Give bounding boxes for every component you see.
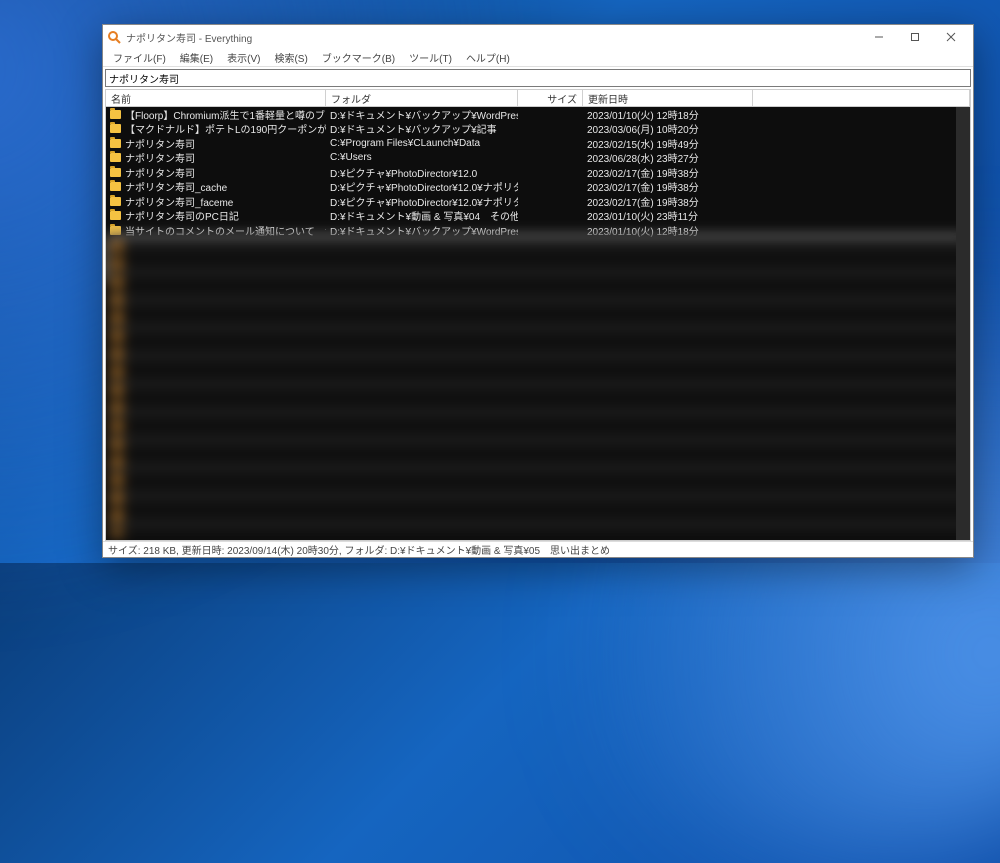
folder-icon [110, 182, 121, 191]
menu-edit[interactable]: 編集(E) [174, 49, 219, 66]
cell-name: ナポリタン寿司_faceme [106, 194, 326, 209]
cell-name: ナポリタン寿司_cache [106, 180, 326, 195]
folder-icon [110, 110, 121, 119]
cell-size [518, 223, 583, 238]
cell-folder: D:¥ピクチャ¥PhotoDirector¥12.0 [326, 165, 518, 180]
results-list: 名前 フォルダ サイズ 更新日時 【Floorp】Chromium派生で1番軽量… [105, 89, 971, 541]
file-name-text: ナポリタン寿司_cache [125, 180, 227, 195]
cell-folder: D:¥ピクチャ¥PhotoDirector¥12.0¥ナポリタン寿司 [326, 194, 518, 209]
cell-folder: C:¥Program Files¥CLaunch¥Data [326, 136, 518, 151]
rows-container: 【Floorp】Chromium派生で1番軽量と噂のブ…D:¥ドキュメント¥バッ… [106, 107, 970, 540]
folder-icon [110, 211, 121, 220]
menu-bar: ファイル(F) 編集(E) 表示(V) 検索(S) ブックマーク(B) ツール(… [103, 49, 973, 67]
cell-size [518, 122, 583, 137]
cell-date: 2023/01/10(火) 23時11分 [583, 209, 753, 224]
cell-folder: D:¥ドキュメント¥バックアップ¥WordPress¥記事バッ… [326, 107, 518, 122]
cell-folder: C:¥Users [326, 151, 518, 166]
column-header: 名前 フォルダ サイズ 更新日時 [106, 90, 970, 107]
cell-date: 2023/02/17(金) 19時38分 [583, 180, 753, 195]
folder-icon [110, 226, 121, 235]
table-row[interactable]: 【Floorp】Chromium派生で1番軽量と噂のブ…D:¥ドキュメント¥バッ… [106, 107, 970, 122]
folder-icon [110, 124, 121, 133]
menu-search[interactable]: 検索(S) [268, 49, 313, 66]
file-name-text: ナポリタン寿司 [125, 165, 195, 180]
cell-date: 2023/02/17(金) 19時38分 [583, 165, 753, 180]
col-header-date[interactable]: 更新日時 [583, 90, 753, 106]
col-header-folder[interactable]: フォルダ [326, 90, 518, 106]
window-title: ナポリタン寿司 - Everything [126, 30, 252, 45]
file-name-text: 当サイトのコメントのメール通知について ナポリ… [125, 223, 326, 238]
cell-name: 【マクドナルド】ポテトLの190円クーポンがない時… [106, 122, 326, 137]
file-name-text: ナポリタン寿司のPC日記 [125, 209, 239, 224]
folder-icon [110, 168, 121, 177]
search-bar [105, 69, 971, 87]
cell-size [518, 136, 583, 151]
col-header-rest[interactable] [753, 90, 970, 106]
table-row[interactable]: ナポリタン寿司 C:¥Users 2023/06/28(水) 23時27分 [106, 151, 970, 166]
col-header-size[interactable]: サイズ [518, 90, 583, 106]
blurred-rows [106, 237, 970, 540]
cell-name: ナポリタン寿司 [106, 136, 326, 151]
titlebar[interactable]: ナポリタン寿司 - Everything [103, 25, 973, 49]
minimize-button[interactable] [861, 25, 897, 49]
cell-folder: D:¥ドキュメント¥動画 & 写真¥04 その他 [326, 209, 518, 224]
vertical-scrollbar[interactable] [956, 107, 970, 540]
cell-size [518, 107, 583, 122]
cell-folder: D:¥ドキュメント¥バックアップ¥WordPress¥記事バッ… [326, 223, 518, 238]
menu-help[interactable]: ヘルプ(H) [460, 49, 516, 66]
table-row[interactable]: 【マクドナルド】ポテトLの190円クーポンがない時…D:¥ドキュメント¥バックア… [106, 122, 970, 137]
col-header-name[interactable]: 名前 [106, 90, 326, 106]
cell-date: 2023/02/15(水) 19時49分 [583, 136, 753, 151]
cell-size [518, 165, 583, 180]
cell-folder: D:¥ドキュメント¥バックアップ¥記事 [326, 122, 518, 137]
close-button[interactable] [933, 25, 969, 49]
table-row[interactable]: ナポリタン寿司_cache D:¥ピクチャ¥PhotoDirector¥12.0¥… [106, 180, 970, 195]
cell-name: 当サイトのコメントのメール通知について ナポリ… [106, 223, 326, 238]
menu-view[interactable]: 表示(V) [221, 49, 266, 66]
table-row[interactable]: ナポリタン寿司_faceme D:¥ピクチャ¥PhotoDirector¥12.0… [106, 194, 970, 209]
file-name-text: ナポリタン寿司 [125, 136, 195, 151]
cell-date: 2023/01/10(火) 12時18分 [583, 107, 753, 122]
folder-icon [110, 197, 121, 206]
menu-file[interactable]: ファイル(F) [107, 49, 172, 66]
file-name-text: 【マクドナルド】ポテトLの190円クーポンがない時… [125, 122, 326, 137]
status-bar: サイズ: 218 KB, 更新日時: 2023/09/14(木) 20時30分,… [103, 541, 973, 557]
search-input[interactable] [105, 69, 971, 87]
file-name-text: ナポリタン寿司_faceme [125, 194, 233, 209]
app-window: ナポリタン寿司 - Everything ファイル(F) 編集(E) 表示(V)… [102, 24, 974, 558]
cell-date: 2023/03/06(月) 10時20分 [583, 122, 753, 137]
cell-name: 【Floorp】Chromium派生で1番軽量と噂のブ… [106, 107, 326, 122]
maximize-button[interactable] [897, 25, 933, 49]
cell-size [518, 209, 583, 224]
table-row[interactable]: ナポリタン寿司のPC日記 D:¥ドキュメント¥動画 & 写真¥04 その他 2023… [106, 209, 970, 224]
table-row[interactable]: ナポリタン寿司 C:¥Program Files¥CLaunch¥Data 2023… [106, 136, 970, 151]
cell-size [518, 194, 583, 209]
cell-size [518, 151, 583, 166]
cell-name: ナポリタン寿司 [106, 165, 326, 180]
cell-date: 2023/06/28(水) 23時27分 [583, 151, 753, 166]
file-name-text: ナポリタン寿司 [125, 151, 195, 166]
folder-icon [110, 153, 121, 162]
app-icon [107, 30, 121, 44]
menu-tools[interactable]: ツール(T) [403, 49, 458, 66]
cell-name: ナポリタン寿司 [106, 151, 326, 166]
folder-icon [110, 139, 121, 148]
cell-folder: D:¥ピクチャ¥PhotoDirector¥12.0¥ナポリタン寿司 [326, 180, 518, 195]
menu-bookmark[interactable]: ブックマーク(B) [316, 49, 401, 66]
cell-date: 2023/02/17(金) 19時38分 [583, 194, 753, 209]
table-row[interactable]: ナポリタン寿司 D:¥ピクチャ¥PhotoDirector¥12.0 2023/02… [106, 165, 970, 180]
file-name-text: 【Floorp】Chromium派生で1番軽量と噂のブ… [125, 107, 326, 122]
cell-date: 2023/01/10(火) 12時18分 [583, 223, 753, 238]
table-row[interactable]: 当サイトのコメントのメール通知について ナポリ…D:¥ドキュメント¥バックアップ… [106, 223, 970, 238]
cell-name: ナポリタン寿司のPC日記 [106, 209, 326, 224]
cell-size [518, 180, 583, 195]
